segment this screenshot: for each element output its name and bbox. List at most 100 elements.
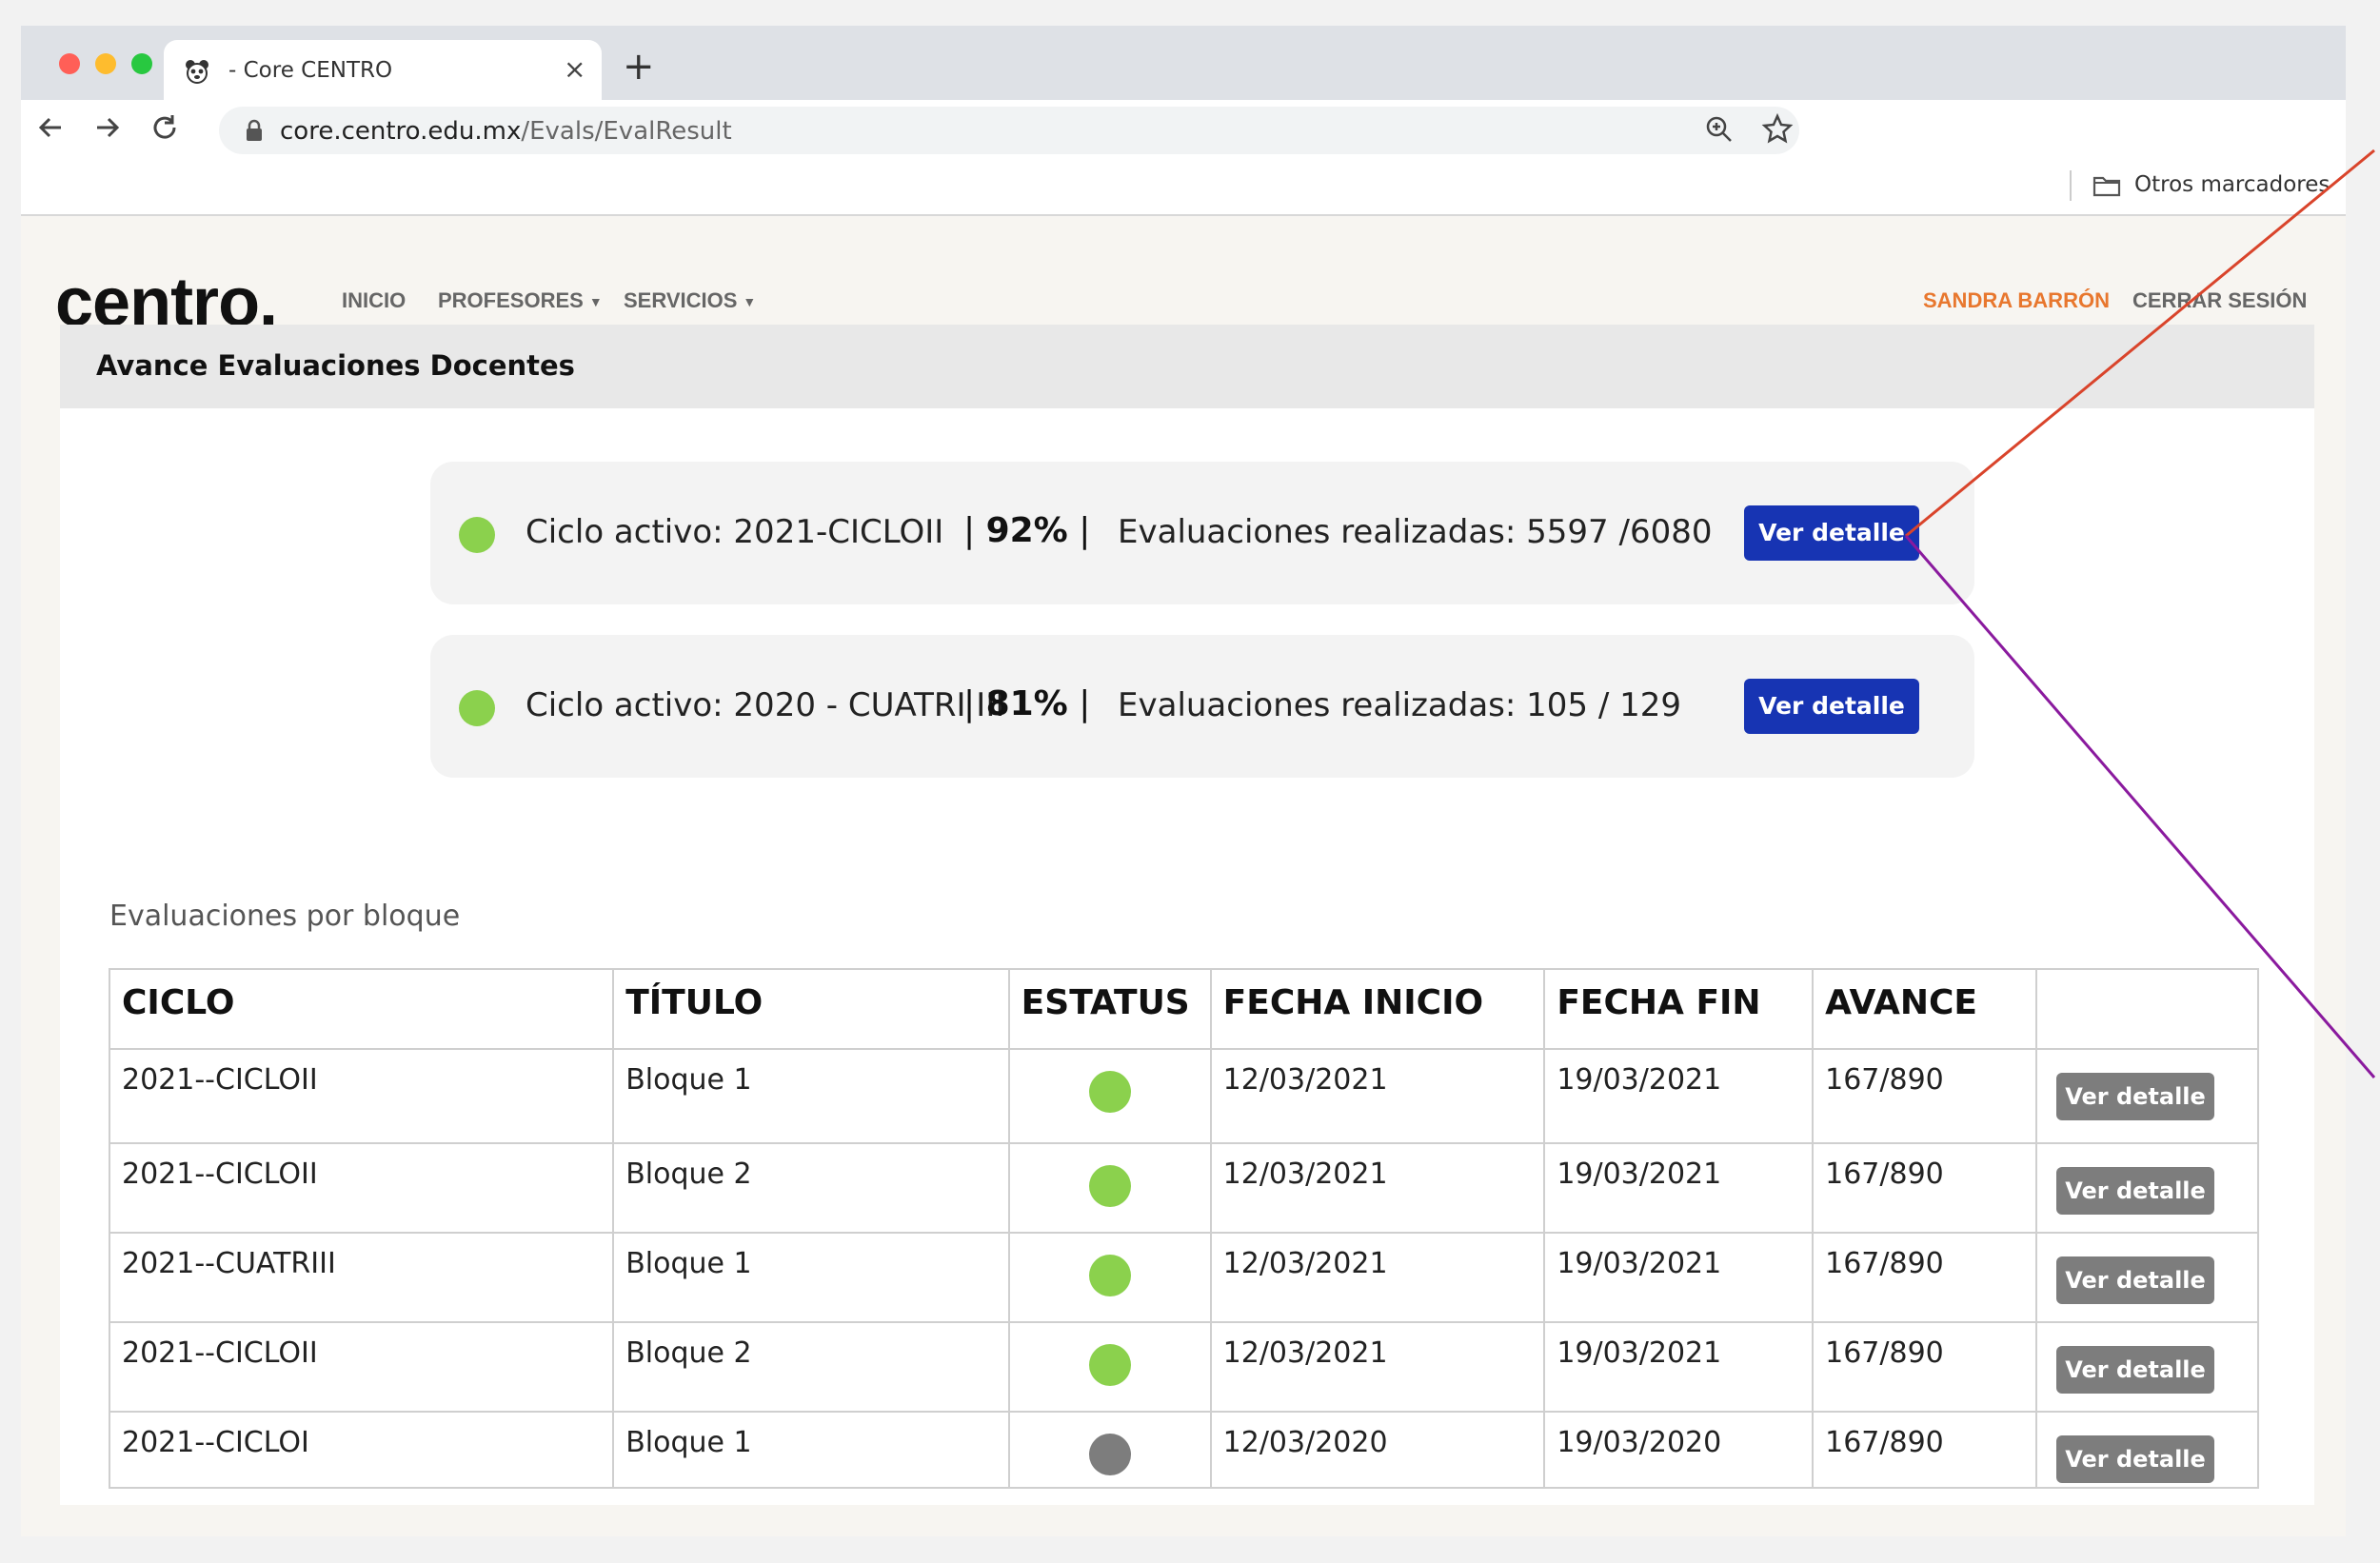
row-detail-button[interactable]: Ver detalle (2056, 1256, 2215, 1304)
tab-favicon-icon (183, 57, 211, 86)
cell-fecha-fin: 19/03/2021 (1543, 1048, 1815, 1144)
bookmarks-bar: Otros marcadores (21, 159, 2346, 216)
zoom-icon[interactable] (1704, 114, 1735, 151)
status-dot-icon (1088, 1255, 1131, 1296)
folder-icon (2092, 174, 2121, 197)
url-path: /Evals/EvalResult (521, 117, 732, 146)
cell-status (1007, 1232, 1212, 1323)
panel-title: Avance Evaluaciones Docentes (96, 349, 575, 382)
panel-header: Avance Evaluaciones Docentes (60, 325, 2314, 408)
nav-inicio[interactable]: INICIO (342, 288, 406, 313)
status-dot-icon (1088, 1434, 1131, 1475)
cell-avance: 167/890 (1812, 1142, 2038, 1234)
nav-servicios[interactable]: SERVICIOS ▼ (624, 288, 756, 313)
browser-toolbar: core.centro.edu.mx/Evals/EvalResult (21, 100, 2346, 159)
cell-ciclo: 2021--CICLOI (108, 1411, 615, 1489)
column-header: ESTATUS (1007, 968, 1212, 1050)
cycle-percent: | 92% | (963, 511, 1091, 550)
column-header: FECHA FIN (1543, 968, 1815, 1050)
cell-fecha-fin: 19/03/2021 (1543, 1232, 1815, 1323)
tab-strip: - Core CENTRO × + (21, 26, 2346, 100)
cell-fecha-inicio: 12/03/2021 (1209, 1232, 1546, 1323)
cycle-card: Ciclo activo: 2020 - CUATRI III | 81% | … (430, 635, 1974, 778)
table-row: 2021--CICLOII Bloque 2 12/03/2021 19/03/… (108, 1321, 2259, 1413)
table-row: 2021--CUATRIII Bloque 1 12/03/2021 19/03… (108, 1232, 2259, 1323)
evaluations-panel: Avance Evaluaciones Docentes Ciclo activ… (60, 325, 2314, 1505)
status-dot-icon (459, 690, 495, 726)
column-header: FECHA INICIO (1209, 968, 1546, 1050)
row-detail-button[interactable]: Ver detalle (2056, 1073, 2215, 1120)
row-detail-button[interactable]: Ver detalle (2056, 1435, 2215, 1483)
cell-ciclo: 2021--CICLOII (108, 1142, 615, 1234)
maximize-window-button[interactable] (131, 53, 152, 74)
cell-ciclo: 2021--CUATRIII (108, 1232, 615, 1323)
cycle-percent: | 81% | (963, 684, 1091, 723)
column-header: AVANCE (1812, 968, 2038, 1050)
row-detail-button[interactable]: Ver detalle (2056, 1167, 2215, 1215)
logout-link[interactable]: CERRAR SESIÓN (2132, 288, 2307, 313)
cell-avance: 167/890 (1812, 1232, 2038, 1323)
status-dot-icon (459, 517, 495, 553)
back-arrow-icon[interactable] (34, 111, 67, 151)
browser-window: - Core CENTRO × + core.centro.edu.mx/Eva… (21, 26, 2346, 1536)
status-dot-icon (1088, 1344, 1131, 1386)
cell-titulo: Bloque 1 (612, 1048, 1010, 1144)
cell-fecha-fin: 19/03/2021 (1543, 1321, 1815, 1413)
close-window-button[interactable] (59, 53, 80, 74)
caret-down-icon: ▼ (588, 294, 603, 310)
cell-fecha-inicio: 12/03/2021 (1209, 1048, 1546, 1144)
bookmark-folder-other[interactable]: Otros marcadores (2134, 172, 2330, 197)
cell-titulo: Bloque 2 (612, 1321, 1010, 1413)
caret-down-icon: ▼ (743, 294, 757, 310)
site-header: centro. INICIO PROFESORES ▼ SERVICIOS ▼ SA… (21, 216, 2346, 341)
cell-fecha-inicio: 12/03/2021 (1209, 1321, 1546, 1413)
cell-titulo: Bloque 1 (612, 1232, 1010, 1323)
nav-servicios-label: SERVICIOS (624, 288, 738, 312)
cell-fecha-inicio: 12/03/2020 (1209, 1411, 1546, 1489)
cell-action: Ver detalle (2035, 1411, 2259, 1489)
cycle-evaluations-count: Evaluaciones realizadas: 5597 /6080 (1118, 513, 1713, 551)
cycle-percent-value: 81% (985, 684, 1068, 723)
status-dot-icon (1088, 1071, 1131, 1113)
minimize-window-button[interactable] (95, 53, 116, 74)
cycle-evaluations-count: Evaluaciones realizadas: 105 / 129 (1118, 686, 1682, 724)
url-host: core.centro.edu.mx (280, 117, 522, 146)
tab-title: - Core CENTRO (228, 58, 393, 83)
star-icon[interactable] (1761, 112, 1794, 152)
address-bar[interactable]: core.centro.edu.mx/Evals/EvalResult (219, 107, 1799, 154)
table-header-row: CICLO TÍTULO ESTATUS FECHA INICIO FECHA … (108, 968, 2259, 1050)
cell-fecha-inicio: 12/03/2021 (1209, 1142, 1546, 1234)
cycle-detail-button[interactable]: Ver detalle (1744, 679, 1919, 734)
new-tab-button[interactable]: + (623, 45, 655, 89)
reload-icon[interactable] (149, 111, 181, 151)
cell-action: Ver detalle (2035, 1142, 2259, 1234)
cell-status (1007, 1142, 1212, 1234)
column-header: CICLO (108, 968, 615, 1050)
section-label: Evaluaciones por bloque (109, 900, 461, 933)
cycle-name: Ciclo activo: 2020 - CUATRI III (526, 686, 1005, 724)
cell-action: Ver detalle (2035, 1321, 2259, 1413)
user-name-link[interactable]: SANDRA BARRÓN (1923, 288, 2110, 313)
column-header (2035, 968, 2259, 1050)
url-text[interactable]: core.centro.edu.mx/Evals/EvalResult (280, 117, 732, 146)
browser-tab[interactable]: - Core CENTRO × (164, 40, 602, 100)
cell-avance: 167/890 (1812, 1321, 2038, 1413)
nav-profesores[interactable]: PROFESORES ▼ (438, 288, 603, 313)
table-row: 2021--CICLOI Bloque 1 12/03/2020 19/03/2… (108, 1411, 2259, 1489)
cycle-percent-value: 92% (985, 511, 1068, 550)
cell-action: Ver detalle (2035, 1048, 2259, 1144)
cycle-name: Ciclo activo: 2021-CICLOII (526, 513, 944, 551)
lock-icon (246, 119, 263, 142)
forward-arrow-icon[interactable] (91, 111, 124, 151)
cycle-detail-button[interactable]: Ver detalle (1744, 505, 1919, 561)
bookmarks-separator (2070, 170, 2072, 201)
nav-profesores-label: PROFESORES (438, 288, 584, 312)
cell-ciclo: 2021--CICLOII (108, 1048, 615, 1144)
cell-titulo: Bloque 2 (612, 1142, 1010, 1234)
cell-avance: 167/890 (1812, 1048, 2038, 1144)
row-detail-button[interactable]: Ver detalle (2056, 1346, 2215, 1394)
cell-fecha-fin: 19/03/2021 (1543, 1142, 1815, 1234)
cell-fecha-fin: 19/03/2020 (1543, 1411, 1815, 1489)
tab-close-icon[interactable]: × (564, 53, 585, 85)
table-row: 2021--CICLOII Bloque 2 12/03/2021 19/03/… (108, 1142, 2259, 1234)
